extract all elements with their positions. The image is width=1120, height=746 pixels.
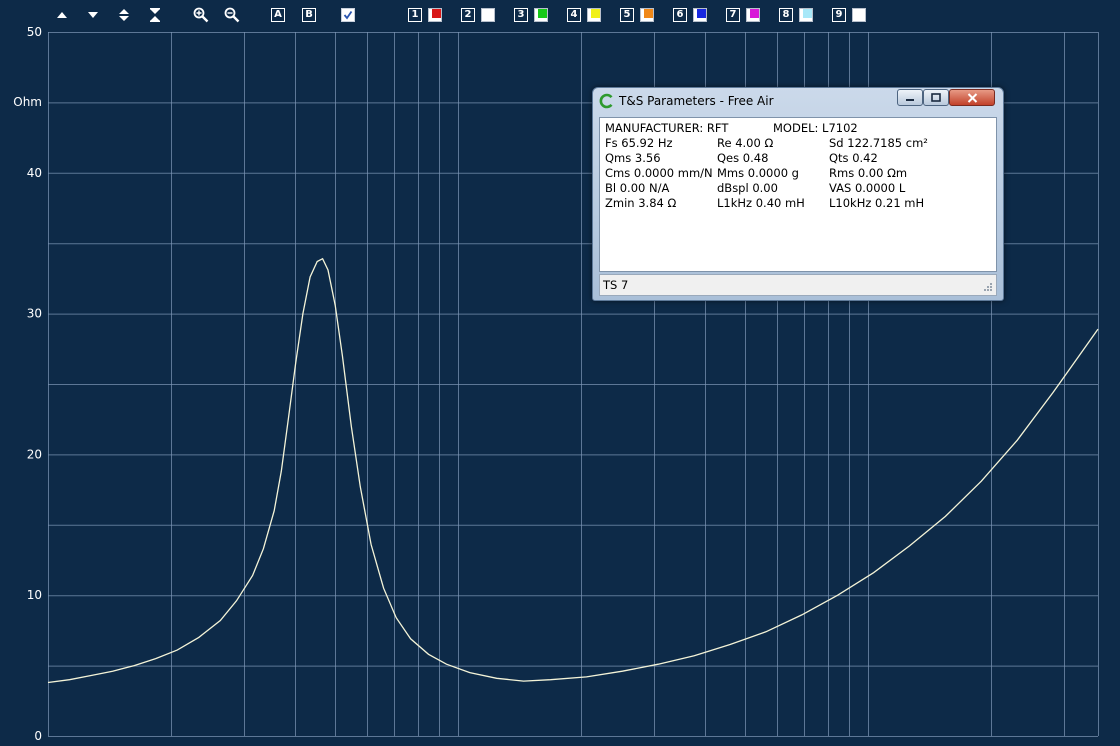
status-bar: TS 7 <box>599 274 997 296</box>
zoom-in-button[interactable] <box>193 6 209 24</box>
param-rms: Rms 0.00 Ωm <box>829 166 908 180</box>
y-axis-ticks: 01020304050 <box>27 25 42 743</box>
trace-color-swatch-icon <box>693 8 707 22</box>
trace-number: 5 <box>620 8 634 22</box>
trace-number: 3 <box>514 8 528 22</box>
parameters-panel: MANUFACTURER: RFT MODEL: L7102 Fs 65.92 … <box>599 117 997 272</box>
checkbox-icon <box>343 10 353 20</box>
y-tick-label: 0 <box>34 729 42 743</box>
ts-parameters-window[interactable]: T&S Parameters - Free Air MANUFACTURER: … <box>592 87 1004 301</box>
param-l10khz: L10kHz 0.21 mH <box>829 196 925 210</box>
move-up-button[interactable] <box>55 6 69 24</box>
trace-number: 1 <box>408 8 422 22</box>
param-qms: Qms 3.56 <box>605 151 661 165</box>
compress-vertical-button[interactable] <box>148 6 162 24</box>
cursor-a-button[interactable]: A <box>271 8 285 22</box>
trace-number: 7 <box>726 8 740 22</box>
trace-color-swatch-icon <box>852 8 866 22</box>
param-zmin: Zmin 3.84 Ω <box>605 196 677 210</box>
zoom-in-icon <box>193 7 209 23</box>
close-button[interactable] <box>949 89 995 106</box>
maximize-icon <box>931 93 941 102</box>
param-sd: Sd 122.7185 cm² <box>829 136 928 150</box>
param-l1khz: L1kHz 0.40 mH <box>717 196 805 210</box>
trace-number: 9 <box>832 8 846 22</box>
expand-vertical-icon <box>119 9 129 21</box>
param-mms: Mms 0.0000 g <box>717 166 799 180</box>
param-bl: Bl 0.00 N/A <box>605 181 670 195</box>
trace-4-button[interactable]: 4 <box>567 6 601 24</box>
trace-number: 4 <box>567 8 581 22</box>
trace-9-button[interactable]: 9 <box>832 6 866 24</box>
move-down-icon <box>88 12 98 18</box>
cursor-b-button[interactable]: B <box>302 8 316 22</box>
impedance-curve <box>47 257 1099 684</box>
trace-color-swatch-icon <box>534 8 548 22</box>
resize-grip-icon[interactable] <box>984 283 993 292</box>
trace-number: 6 <box>673 8 687 22</box>
trace-6-button[interactable]: 6 <box>673 6 707 24</box>
y-tick-label: 10 <box>27 588 42 602</box>
trace-color-swatch-icon <box>640 8 654 22</box>
zoom-out-icon <box>224 7 240 23</box>
param-fs: Fs 65.92 Hz <box>605 136 673 150</box>
overlay-checkbox[interactable] <box>341 8 355 22</box>
toolbar: A B 1 2 3 4 5 6 7 8 9 <box>0 0 1120 32</box>
trace-5-button[interactable]: 5 <box>620 6 654 24</box>
param-qts: Qts 0.42 <box>829 151 878 165</box>
window-title: T&S Parameters - Free Air <box>619 94 774 108</box>
trace-color-swatch-icon <box>746 8 760 22</box>
trace-color-swatch-icon <box>428 8 442 22</box>
y-tick-label: 20 <box>27 447 42 461</box>
trace-number: 2 <box>461 8 475 22</box>
y-tick-label: 40 <box>27 166 42 180</box>
y-tick-label: 30 <box>27 307 42 321</box>
trace-7-button[interactable]: 7 <box>726 6 760 24</box>
trace-number: 8 <box>779 8 793 22</box>
app-icon <box>599 93 613 109</box>
model-label: MODEL: L7102 <box>773 121 858 135</box>
y-axis-label: Ohm <box>13 95 42 109</box>
minimize-button[interactable] <box>897 89 923 106</box>
close-icon <box>967 92 977 103</box>
manufacturer-label: MANUFACTURER: RFT <box>605 121 729 135</box>
move-up-icon <box>57 12 67 18</box>
move-down-button[interactable] <box>86 6 100 24</box>
param-qes: Qes 0.48 <box>717 151 769 165</box>
trace-color-swatch-icon <box>799 8 813 22</box>
param-cms: Cms 0.0000 mm/N <box>605 166 713 180</box>
param-re: Re 4.00 Ω <box>717 136 774 150</box>
trace-8-button[interactable]: 8 <box>779 6 813 24</box>
maximize-button[interactable] <box>923 89 949 106</box>
trace-color-swatch-icon <box>481 8 495 22</box>
trace-color-swatch-icon <box>587 8 601 22</box>
param-dbspl: dBspl 0.00 <box>717 181 778 195</box>
compress-vertical-icon <box>150 8 160 22</box>
window-titlebar[interactable]: T&S Parameters - Free Air <box>593 88 1003 115</box>
status-text: TS 7 <box>603 278 629 292</box>
zoom-out-button[interactable] <box>224 6 240 24</box>
trace-3-button[interactable]: 3 <box>514 6 548 24</box>
param-vas: VAS 0.0000 L <box>829 181 906 195</box>
trace-2-button[interactable]: 2 <box>461 6 495 24</box>
trace-1-button[interactable]: 1 <box>408 6 442 24</box>
minimize-icon <box>906 98 914 101</box>
expand-vertical-button[interactable] <box>117 6 131 24</box>
